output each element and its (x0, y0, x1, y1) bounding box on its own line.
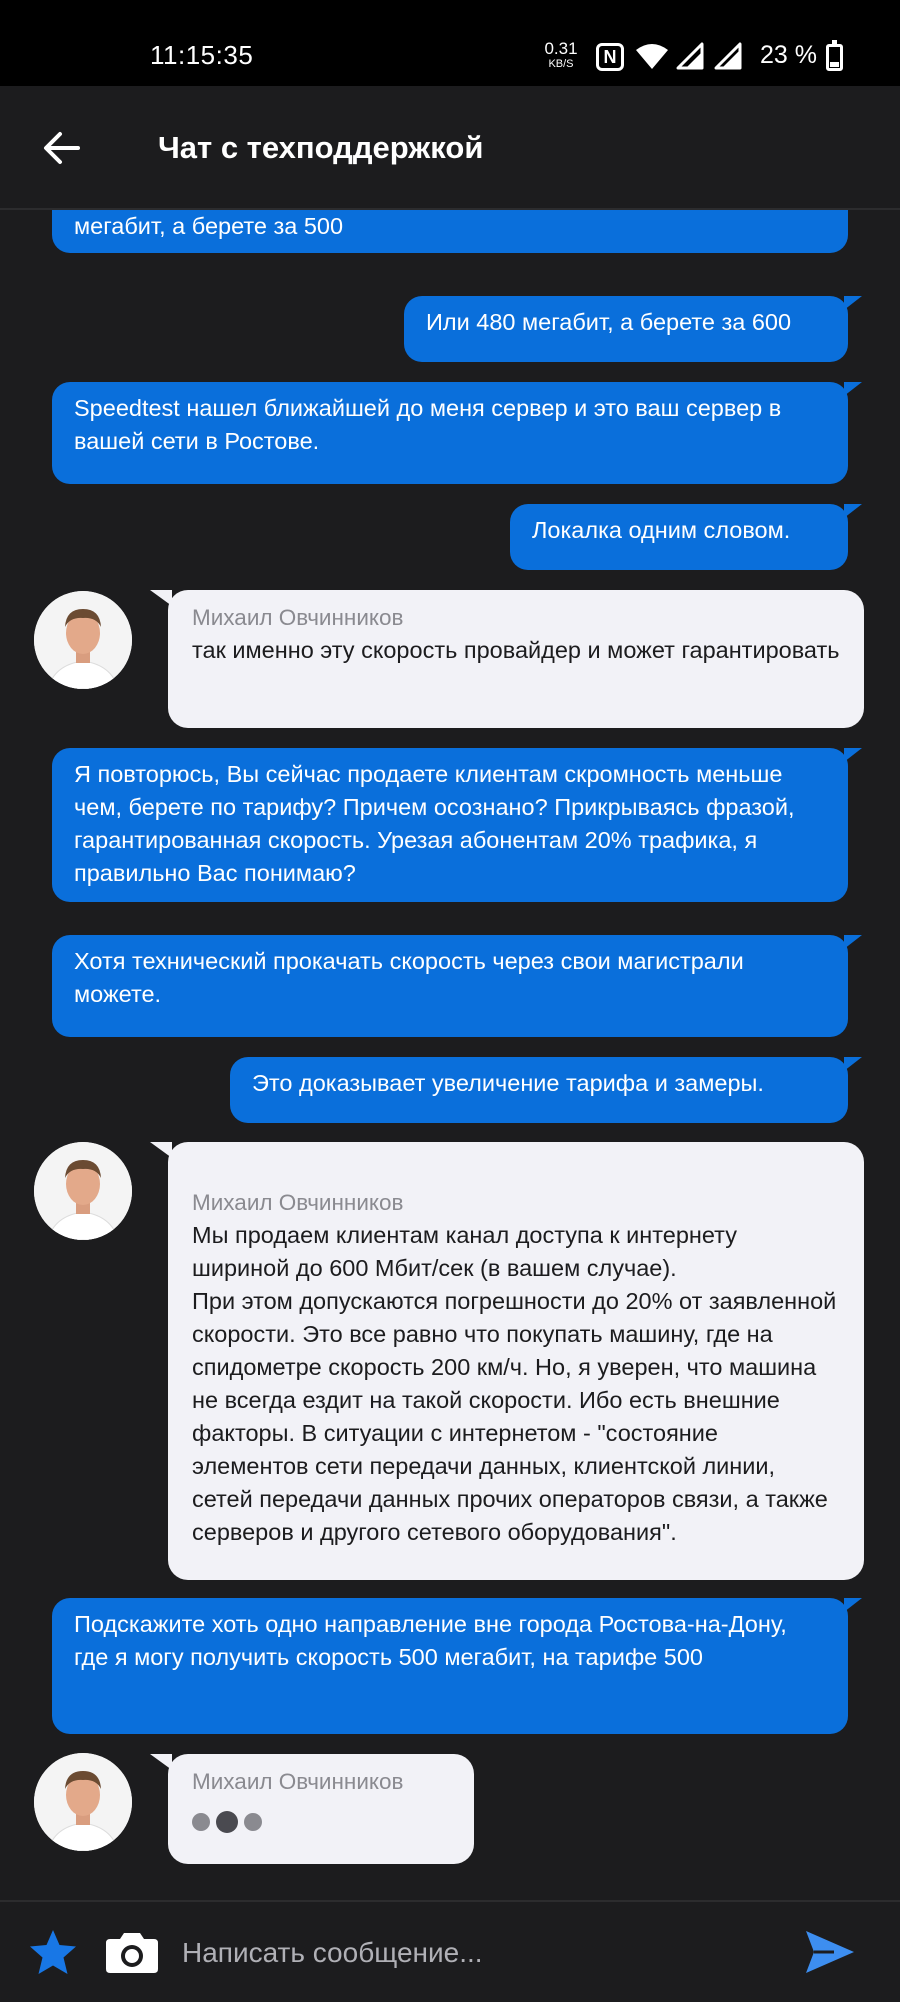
incoming-message[interactable]: Михаил Овчинников так именно эту скорост… (150, 590, 864, 728)
chat-messages[interactable]: Вы сейчас фактически продаете людям инте… (0, 208, 900, 1900)
arrow-left-icon (44, 132, 80, 164)
outgoing-message[interactable]: Хотя технический прокачать скорость чере… (52, 935, 862, 1037)
network-speed: 0.31 KB/S (541, 40, 581, 70)
message-text: так именно эту скорость провайдер и може… (192, 637, 840, 663)
send-icon[interactable] (804, 1928, 856, 1976)
outgoing-message[interactable]: Я повторюсь, Вы сейчас продаете клиентам… (52, 748, 862, 902)
outgoing-message[interactable]: Локалка одним словом. (510, 504, 862, 570)
message-text: Вы сейчас фактически продаете людям инте… (74, 213, 344, 239)
page-title: Чат с техподдержкой (158, 130, 484, 165)
back-button[interactable] (38, 124, 86, 172)
message-text: Хотя технический прокачать скорость чере… (74, 948, 744, 1007)
message-text: Подскажите хоть одно направление вне гор… (74, 1611, 787, 1670)
star-icon[interactable] (28, 1928, 78, 1976)
typing-indicator-message: Михаил Овчинников (150, 1754, 474, 1864)
message-text: Или 480 мегабит, а берете за 600 (426, 309, 792, 335)
incoming-message[interactable]: Михаил Овчинников Мы продаем клиентам кан… (150, 1142, 864, 1580)
outgoing-message[interactable]: Или 480 мегабит, а берете за 600 (404, 296, 862, 362)
sender-name: Михаил Овчинников (192, 605, 404, 630)
typing-dots-icon (192, 1810, 450, 1834)
status-bar: 11:15:35 0.31 KB/S N 23 % (0, 0, 900, 86)
network-speed-unit: KB/S (548, 58, 574, 70)
message-input[interactable] (180, 1924, 784, 1982)
avatar-photo (34, 1142, 132, 1240)
outgoing-message[interactable]: Speedtest нашел ближайшей до меня сервер… (52, 382, 862, 484)
cell-signal-icon (714, 42, 742, 70)
battery-percentage: 23 % (760, 41, 817, 69)
app-header: Чат с техподдержкой (0, 86, 900, 210)
avatar[interactable] (34, 591, 132, 689)
cell-signal-icon (676, 42, 704, 70)
outgoing-message[interactable]: Вы сейчас фактически продаете людям инте… (52, 208, 848, 253)
message-text: Мы продаем клиентам канал доступа к инте… (192, 1222, 837, 1545)
message-text: Это доказывает увеличение тарифа и замер… (252, 1070, 764, 1096)
outgoing-message[interactable]: Это доказывает увеличение тарифа и замер… (230, 1057, 862, 1123)
status-time: 11:15:35 (150, 40, 254, 70)
avatar-photo (34, 1753, 132, 1851)
camera-icon[interactable] (104, 1929, 160, 1975)
message-text: Я повторюсь, Вы сейчас продаете клиентам… (74, 761, 795, 886)
avatar-photo (34, 591, 132, 689)
avatar[interactable] (34, 1142, 132, 1240)
battery-icon (826, 40, 843, 71)
message-composer (0, 1900, 900, 2002)
message-text: Speedtest нашел ближайшей до меня сервер… (74, 395, 782, 454)
avatar[interactable] (34, 1753, 132, 1851)
sender-name: Михаил Овчинников (192, 1190, 404, 1215)
network-speed-value: 0.31 (544, 39, 578, 58)
message-text: Локалка одним словом. (532, 517, 791, 543)
sender-name: Михаил Овчинников (192, 1769, 404, 1794)
wifi-icon (636, 44, 668, 69)
outgoing-message[interactable]: Подскажите хоть одно направление вне гор… (52, 1598, 862, 1734)
nfc-icon: N (596, 43, 624, 71)
